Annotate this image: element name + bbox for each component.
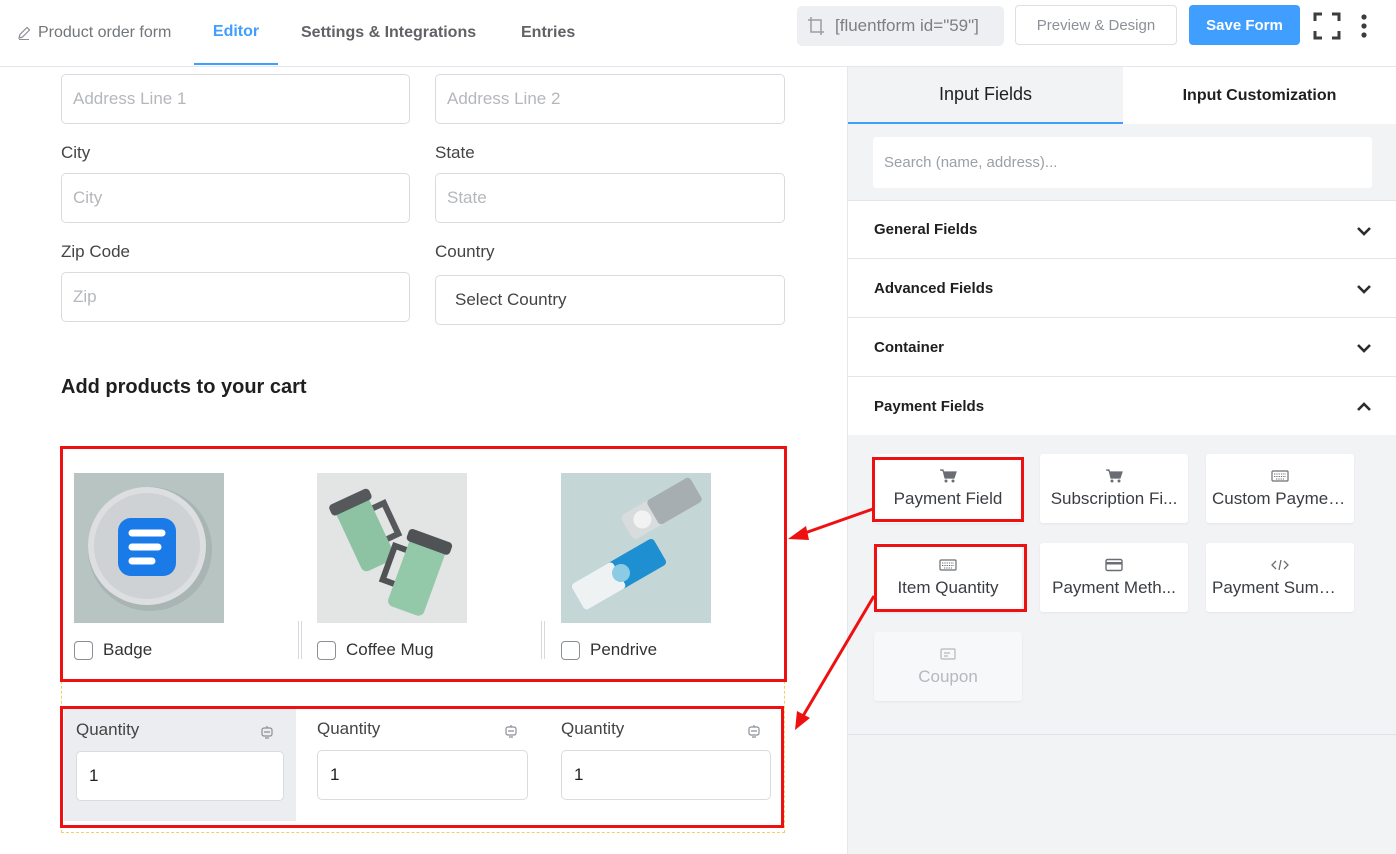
fullscreen-icon[interactable] <box>1313 12 1341 40</box>
highlight-products-box <box>60 446 787 682</box>
city-label: City <box>61 143 91 162</box>
cart-icon <box>1106 468 1123 482</box>
more-vertical-icon[interactable] <box>1356 12 1372 40</box>
form-title-text: Product order form <box>38 24 172 41</box>
chevron-down-icon <box>1357 344 1371 353</box>
accordion-label: Advanced Fields <box>874 279 994 297</box>
accordion-payment-fields[interactable]: Payment Fields <box>848 377 1396 436</box>
tab-settings-integrations[interactable]: Settings & Integrations <box>301 0 476 66</box>
field-button-label: Custom Payment ... <box>1212 488 1348 508</box>
payment-summary-button[interactable]: Payment Summary <box>1206 543 1354 612</box>
state-label: State <box>435 143 475 162</box>
country-select[interactable]: Select Country <box>435 275 785 325</box>
accordion-advanced-fields[interactable]: Advanced Fields <box>848 259 1396 318</box>
code-icon <box>1271 559 1289 570</box>
save-form-button[interactable]: Save Form <box>1189 5 1300 45</box>
chevron-down-icon <box>1357 285 1371 294</box>
tab-input-fields[interactable]: Input Fields <box>848 67 1123 124</box>
address-line-2-input[interactable]: Address Line 2 <box>435 74 785 124</box>
coupon-button[interactable]: Coupon <box>874 632 1022 701</box>
accordion-label: Container <box>874 338 945 356</box>
field-button-label: Coupon <box>918 666 978 686</box>
coupon-icon <box>940 647 956 660</box>
payment-method-button[interactable]: Payment Meth... <box>1040 543 1188 612</box>
preview-design-button[interactable]: Preview & Design <box>1015 5 1177 45</box>
credit-card-icon <box>1105 558 1123 571</box>
highlight-item-quantity <box>874 544 1027 612</box>
keyboard-icon <box>1271 469 1289 482</box>
field-search-input[interactable]: Search (name, address)... <box>873 137 1372 188</box>
accordion-label: General Fields <box>874 221 978 238</box>
zip-code-label: Zip Code <box>61 242 130 261</box>
country-label: Country <box>435 242 495 261</box>
state-input[interactable]: State <box>435 173 785 223</box>
edit-pencil-icon <box>18 26 31 40</box>
form-title[interactable]: Product order form <box>16 0 171 66</box>
products-section-title: Add products to your cart <box>61 376 307 398</box>
accordion-container[interactable]: Container <box>848 318 1396 377</box>
zip-input[interactable]: Zip <box>61 272 410 322</box>
chevron-down-icon <box>1357 227 1371 236</box>
tab-entries[interactable]: Entries <box>521 0 575 66</box>
highlight-payment-field <box>872 457 1024 522</box>
tab-editor[interactable]: Editor <box>194 0 278 65</box>
field-button-label: Payment Meth... <box>1052 577 1176 597</box>
shortcode-copy-box[interactable]: [fluentform id="59"] <box>797 6 1004 46</box>
chevron-up-icon <box>1357 402 1371 411</box>
custom-payment-button[interactable]: Custom Payment ... <box>1206 454 1354 523</box>
field-button-label: Subscription Fi... <box>1050 488 1178 508</box>
tab-input-fields-label: Input Fields <box>938 84 1033 104</box>
tab-input-customization[interactable]: Input Customization <box>1123 67 1396 124</box>
address-line-1-input[interactable]: Address Line 1 <box>61 74 410 124</box>
subscription-field-button[interactable]: Subscription Fi... <box>1040 454 1188 523</box>
accordion-label: Payment Fields <box>874 397 985 415</box>
tab-input-customization-label: Input Customization <box>1182 86 1337 104</box>
city-input[interactable]: City <box>61 173 410 223</box>
shortcode-text: [fluentform id="59"] <box>835 16 979 35</box>
field-button-label: Payment Summary <box>1212 577 1348 597</box>
accordion-general-fields[interactable]: General Fields <box>848 200 1396 259</box>
fields-sidebar: Input Fields Input Customization Search … <box>848 67 1396 854</box>
top-bar: Product order form Editor Settings & Int… <box>0 0 1396 67</box>
copy-icon <box>808 17 824 35</box>
form-editor-canvas: Address Line 1 Address Line 2 City State… <box>0 67 848 854</box>
highlight-quantity-box <box>60 706 784 828</box>
